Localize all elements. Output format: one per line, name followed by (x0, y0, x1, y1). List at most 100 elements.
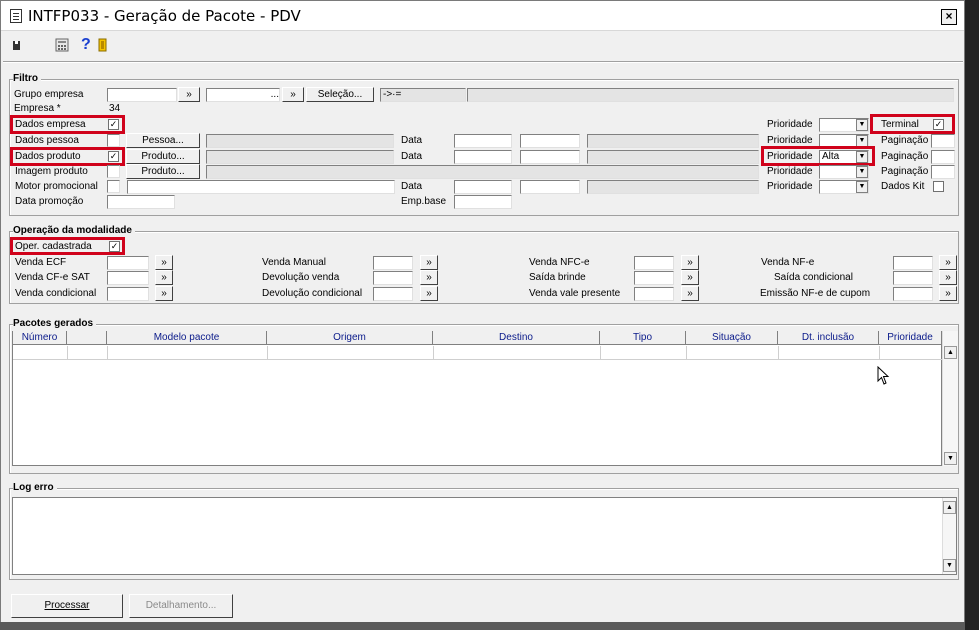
venda-ecf-input[interactable] (107, 256, 149, 270)
prioridade-dropdown-4-icon[interactable]: ▼ (856, 166, 868, 178)
close-button[interactable]: × (941, 9, 957, 25)
prioridade-label-1: Prioridade (767, 119, 813, 130)
col-blank[interactable] (67, 331, 107, 345)
dados-kit-checkbox[interactable] (933, 181, 944, 192)
data-to-input-3[interactable] (520, 180, 580, 194)
main-window: INTFP033 - Geração de Pacote - PDV × ? F… (0, 0, 965, 630)
log-scroll-up-icon[interactable]: ▲ (943, 501, 956, 514)
pessoa-button[interactable]: Pessoa... (126, 133, 200, 148)
grupo-empresa-code-input[interactable] (107, 88, 177, 102)
selecao-button[interactable]: Seleção... (306, 87, 374, 102)
venda-cfe-sat-button[interactable]: » (155, 270, 173, 285)
separator (3, 62, 963, 63)
exit-door-icon[interactable] (97, 38, 109, 52)
col-prioridade[interactable]: Prioridade (879, 331, 942, 345)
pessoa-desc-field (206, 134, 394, 148)
grupo-empresa-lookup-button[interactable]: » (178, 87, 200, 102)
venda-manual-label: Venda Manual (262, 257, 326, 268)
save-icon[interactable] (12, 38, 24, 52)
paginacao-input-2[interactable] (931, 150, 955, 164)
imagem-produto-checkbox[interactable] (107, 165, 120, 178)
row-cell-divider (686, 346, 687, 360)
devolucao-venda-label: Devolução venda (262, 272, 340, 283)
prioridade-label-5: Prioridade (767, 181, 813, 192)
help-icon[interactable]: ? (81, 37, 91, 53)
venda-condicional-input[interactable] (107, 287, 149, 301)
data-promocao-input[interactable] (107, 195, 175, 209)
prioridade-dropdown-5-icon[interactable]: ▼ (856, 181, 868, 193)
motor-promocional-input[interactable] (127, 180, 395, 194)
venda-nfce-button[interactable]: » (681, 255, 699, 270)
row-cell-divider (778, 346, 779, 360)
emp-base-input[interactable] (454, 195, 512, 209)
prioridade-label-4: Prioridade (767, 166, 813, 177)
data-to-input-2[interactable] (520, 150, 580, 164)
col-numero[interactable]: Número (13, 331, 67, 345)
grupo-empresa-lookup2-button[interactable]: » (282, 87, 304, 102)
col-origem[interactable]: Origem (267, 331, 433, 345)
empresa-label: Empresa * (14, 103, 61, 114)
produto-button-1[interactable]: Produto... (126, 149, 200, 164)
col-situacao[interactable]: Situação (686, 331, 778, 345)
col-dt-inclusao[interactable]: Dt. inclusão (778, 331, 879, 345)
venda-vale-presente-input[interactable] (634, 287, 674, 301)
produto-button-2[interactable]: Produto... (126, 164, 200, 179)
col-tipo[interactable]: Tipo (600, 331, 686, 345)
saida-condicional-button[interactable]: » (939, 270, 957, 285)
pacotes-scroll-down-icon[interactable]: ▼ (944, 452, 957, 465)
venda-cfe-sat-input[interactable] (107, 271, 149, 285)
venda-manual-input[interactable] (373, 256, 413, 270)
data-label-1: Data (401, 135, 423, 146)
highlight-dados-produto (10, 147, 125, 166)
produto-desc-field-2 (206, 165, 759, 179)
dados-pessoa-checkbox[interactable] (107, 134, 120, 147)
calculator-icon[interactable] (55, 38, 69, 52)
log-scroll-down-icon[interactable]: ▼ (943, 559, 956, 572)
saida-brinde-input[interactable] (634, 271, 674, 285)
data-to-input-1[interactable] (520, 134, 580, 148)
grupo-empresa-desc-input[interactable]: ... (206, 88, 280, 102)
selecao-operator-field: ->·= (380, 88, 466, 102)
col-destino[interactable]: Destino (433, 331, 600, 345)
table-row[interactable] (13, 346, 942, 360)
devolucao-condicional-button[interactable]: » (420, 286, 438, 301)
devolucao-venda-input[interactable] (373, 271, 413, 285)
emissao-nfe-cupom-input[interactable] (893, 287, 933, 301)
venda-nfe-button[interactable]: » (939, 255, 957, 270)
saida-condicional-input[interactable] (893, 271, 933, 285)
venda-ecf-button[interactable]: » (155, 255, 173, 270)
highlight-terminal (870, 114, 955, 134)
title-bar: INTFP033 - Geração de Pacote - PDV × (1, 1, 964, 31)
devolucao-venda-button[interactable]: » (420, 270, 438, 285)
data-from-input-2[interactable] (454, 150, 512, 164)
data-from-input-1[interactable] (454, 134, 512, 148)
paginacao-input-3[interactable] (931, 165, 955, 179)
highlight-prioridade (761, 146, 875, 166)
detalhamento-button[interactable]: Detalhamento... (129, 594, 233, 618)
dados-kit-label: Dados Kit (881, 181, 925, 192)
log-erro-textarea[interactable] (12, 497, 957, 575)
venda-vale-presente-button[interactable]: » (681, 286, 699, 301)
data-promocao-label: Data promoção (15, 196, 84, 207)
pacotes-scroll-up-icon[interactable]: ▲ (944, 346, 957, 359)
prioridade-dropdown-1-icon[interactable]: ▼ (856, 119, 868, 131)
venda-nfe-input[interactable] (893, 256, 933, 270)
venda-nfce-input[interactable] (634, 256, 674, 270)
venda-vale-presente-label: Venda vale presente (529, 288, 621, 299)
mouse-cursor-icon (877, 366, 890, 385)
pacotes-title: Pacotes gerados (13, 318, 97, 329)
dados-pessoa-label: Dados pessoa (15, 135, 79, 146)
venda-condicional-button[interactable]: » (155, 286, 173, 301)
row-cell-divider (107, 346, 108, 360)
data-from-input-3[interactable] (454, 180, 512, 194)
window-title: INTFP033 - Geração de Pacote - PDV (28, 7, 301, 25)
col-modelo-pacote[interactable]: Modelo pacote (107, 331, 267, 345)
devolucao-condicional-input[interactable] (373, 287, 413, 301)
emissao-nfe-cupom-button[interactable]: » (939, 286, 957, 301)
paginacao-input-1[interactable] (931, 134, 955, 148)
saida-brinde-button[interactable]: » (681, 270, 699, 285)
venda-condicional-label: Venda condicional (15, 288, 97, 299)
motor-promocional-checkbox[interactable] (107, 180, 120, 193)
processar-button[interactable]: Processar (11, 594, 123, 618)
venda-manual-button[interactable]: » (420, 255, 438, 270)
